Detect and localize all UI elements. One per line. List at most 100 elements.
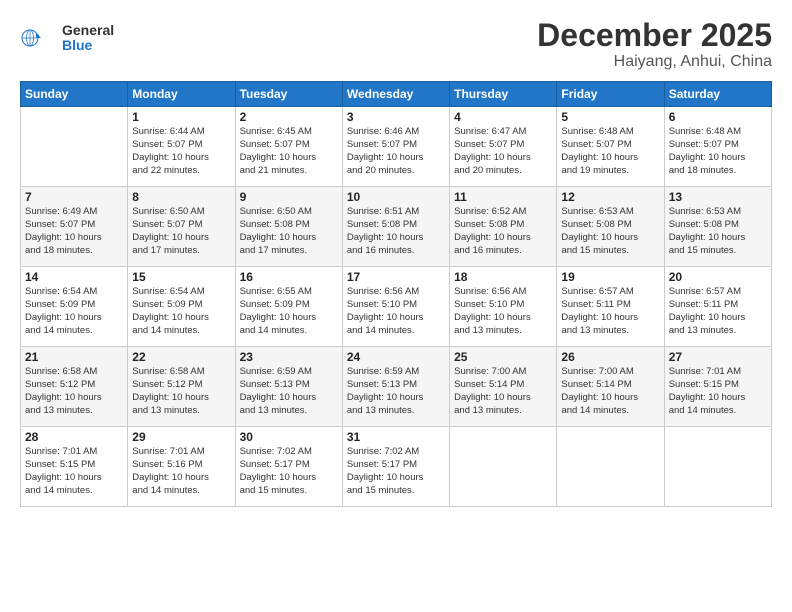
page-header: General Blue December 2025 Haiyang, Anhu… — [20, 18, 772, 71]
day-number: 3 — [347, 110, 445, 124]
day-number: 6 — [669, 110, 767, 124]
day-of-week-header: Tuesday — [235, 82, 342, 107]
logo-general: General — [62, 23, 114, 38]
day-info: Sunrise: 6:50 AM Sunset: 5:08 PM Dayligh… — [240, 206, 338, 257]
calendar-cell: 12 Sunrise: 6:53 AM Sunset: 5:08 PM Dayli… — [557, 187, 664, 267]
day-number: 28 — [25, 430, 123, 444]
calendar-cell: 5 Sunrise: 6:48 AM Sunset: 5:07 PM Daylig… — [557, 107, 664, 187]
calendar-cell: 15 Sunrise: 6:54 AM Sunset: 5:09 PM Dayli… — [128, 267, 235, 347]
day-info: Sunrise: 7:02 AM Sunset: 5:17 PM Dayligh… — [347, 446, 445, 497]
day-info: Sunrise: 6:54 AM Sunset: 5:09 PM Dayligh… — [132, 286, 230, 337]
day-info: Sunrise: 7:00 AM Sunset: 5:14 PM Dayligh… — [561, 366, 659, 417]
day-number: 23 — [240, 350, 338, 364]
calendar-week-row: 1Sunrise: 6:44 AM Sunset: 5:07 PM Daylig… — [21, 107, 772, 187]
calendar-week-row: 21 Sunrise: 6:58 AM Sunset: 5:12 PM Dayli… — [21, 347, 772, 427]
calendar-week-row: 7 Sunrise: 6:49 AM Sunset: 5:07 PM Daylig… — [21, 187, 772, 267]
calendar-cell: 22 Sunrise: 6:58 AM Sunset: 5:12 PM Dayli… — [128, 347, 235, 427]
calendar-cell: 21Sunrise: 6:58 AM Sunset: 5:12 PM Dayli… — [21, 347, 128, 427]
day-number: 30 — [240, 430, 338, 444]
calendar-cell: 29 Sunrise: 7:01 AM Sunset: 5:16 PM Dayli… — [128, 427, 235, 507]
day-number: 25 — [454, 350, 552, 364]
day-info: Sunrise: 6:49 AM Sunset: 5:07 PM Dayligh… — [25, 206, 123, 257]
logo: General Blue — [20, 18, 114, 58]
day-info: Sunrise: 6:51 AM Sunset: 5:08 PM Dayligh… — [347, 206, 445, 257]
page-title: December 2025 — [537, 18, 772, 53]
calendar-cell: 17Sunrise: 6:56 AM Sunset: 5:10 PM Dayli… — [342, 267, 449, 347]
page-subtitle: Haiyang, Anhui, China — [537, 53, 772, 71]
title-block: December 2025 Haiyang, Anhui, China — [537, 18, 772, 71]
day-info: Sunrise: 6:56 AM Sunset: 5:10 PM Dayligh… — [454, 286, 552, 337]
day-info: Sunrise: 6:57 AM Sunset: 5:11 PM Dayligh… — [669, 286, 767, 337]
day-info: Sunrise: 6:53 AM Sunset: 5:08 PM Dayligh… — [561, 206, 659, 257]
calendar-cell: 2 Sunrise: 6:45 AM Sunset: 5:07 PM Daylig… — [235, 107, 342, 187]
calendar-week-row: 28 Sunrise: 7:01 AM Sunset: 5:15 PM Dayli… — [21, 427, 772, 507]
calendar-cell: 30 Sunrise: 7:02 AM Sunset: 5:17 PM Dayli… — [235, 427, 342, 507]
day-info: Sunrise: 7:01 AM Sunset: 5:15 PM Dayligh… — [669, 366, 767, 417]
day-number: 27 — [669, 350, 767, 364]
logo-blue: Blue — [62, 38, 114, 53]
day-of-week-header: Thursday — [450, 82, 557, 107]
day-info: Sunrise: 6:53 AM Sunset: 5:08 PM Dayligh… — [669, 206, 767, 257]
day-of-week-header: Saturday — [664, 82, 771, 107]
day-info: Sunrise: 6:45 AM Sunset: 5:07 PM Dayligh… — [240, 126, 338, 177]
calendar-cell: 25 Sunrise: 7:00 AM Sunset: 5:14 PM Dayli… — [450, 347, 557, 427]
calendar-cell — [21, 107, 128, 187]
calendar-cell — [450, 427, 557, 507]
day-info: Sunrise: 7:02 AM Sunset: 5:17 PM Dayligh… — [240, 446, 338, 497]
day-number: 29 — [132, 430, 230, 444]
day-info: Sunrise: 6:44 AM Sunset: 5:07 PM Dayligh… — [132, 126, 230, 177]
day-number: 8 — [132, 190, 230, 204]
calendar-cell — [557, 427, 664, 507]
day-info: Sunrise: 6:55 AM Sunset: 5:09 PM Dayligh… — [240, 286, 338, 337]
day-number: 11 — [454, 190, 552, 204]
calendar-cell: 6Sunrise: 6:48 AM Sunset: 5:07 PM Daylig… — [664, 107, 771, 187]
calendar-cell: 26 Sunrise: 7:00 AM Sunset: 5:14 PM Dayli… — [557, 347, 664, 427]
day-number: 22 — [132, 350, 230, 364]
logo-globe-icon — [20, 18, 60, 58]
calendar-cell: 1Sunrise: 6:44 AM Sunset: 5:07 PM Daylig… — [128, 107, 235, 187]
day-number: 19 — [561, 270, 659, 284]
calendar-header-row: SundayMondayTuesdayWednesdayThursdayFrid… — [21, 82, 772, 107]
day-number: 24 — [347, 350, 445, 364]
calendar-cell: 20 Sunrise: 6:57 AM Sunset: 5:11 PM Dayli… — [664, 267, 771, 347]
calendar-cell: 13 Sunrise: 6:53 AM Sunset: 5:08 PM Dayli… — [664, 187, 771, 267]
day-info: Sunrise: 7:00 AM Sunset: 5:14 PM Dayligh… — [454, 366, 552, 417]
day-number: 12 — [561, 190, 659, 204]
day-info: Sunrise: 6:57 AM Sunset: 5:11 PM Dayligh… — [561, 286, 659, 337]
day-number: 15 — [132, 270, 230, 284]
day-info: Sunrise: 7:01 AM Sunset: 5:15 PM Dayligh… — [25, 446, 123, 497]
calendar-week-row: 14Sunrise: 6:54 AM Sunset: 5:09 PM Dayli… — [21, 267, 772, 347]
day-of-week-header: Wednesday — [342, 82, 449, 107]
day-of-week-header: Monday — [128, 82, 235, 107]
day-info: Sunrise: 6:46 AM Sunset: 5:07 PM Dayligh… — [347, 126, 445, 177]
day-number: 13 — [669, 190, 767, 204]
calendar-cell: 10Sunrise: 6:51 AM Sunset: 5:08 PM Dayli… — [342, 187, 449, 267]
day-number: 9 — [240, 190, 338, 204]
calendar-cell: 9 Sunrise: 6:50 AM Sunset: 5:08 PM Daylig… — [235, 187, 342, 267]
day-number: 18 — [454, 270, 552, 284]
calendar-cell: 19 Sunrise: 6:57 AM Sunset: 5:11 PM Dayli… — [557, 267, 664, 347]
day-info: Sunrise: 7:01 AM Sunset: 5:16 PM Dayligh… — [132, 446, 230, 497]
day-number: 4 — [454, 110, 552, 124]
day-info: Sunrise: 6:58 AM Sunset: 5:12 PM Dayligh… — [132, 366, 230, 417]
day-number: 20 — [669, 270, 767, 284]
calendar-cell: 11 Sunrise: 6:52 AM Sunset: 5:08 PM Dayli… — [450, 187, 557, 267]
calendar-table: SundayMondayTuesdayWednesdayThursdayFrid… — [20, 81, 772, 507]
day-number: 31 — [347, 430, 445, 444]
calendar-cell: 27 Sunrise: 7:01 AM Sunset: 5:15 PM Dayli… — [664, 347, 771, 427]
calendar-cell: 8Sunrise: 6:50 AM Sunset: 5:07 PM Daylig… — [128, 187, 235, 267]
page-container: General Blue December 2025 Haiyang, Anhu… — [0, 0, 792, 612]
day-info: Sunrise: 6:54 AM Sunset: 5:09 PM Dayligh… — [25, 286, 123, 337]
day-info: Sunrise: 6:52 AM Sunset: 5:08 PM Dayligh… — [454, 206, 552, 257]
day-of-week-header: Sunday — [21, 82, 128, 107]
day-info: Sunrise: 6:59 AM Sunset: 5:13 PM Dayligh… — [347, 366, 445, 417]
calendar-cell: 31 Sunrise: 7:02 AM Sunset: 5:17 PM Dayli… — [342, 427, 449, 507]
day-number: 21 — [25, 350, 123, 364]
day-number: 17 — [347, 270, 445, 284]
day-number: 7 — [25, 190, 123, 204]
day-number: 26 — [561, 350, 659, 364]
calendar-cell: 16Sunrise: 6:55 AM Sunset: 5:09 PM Dayli… — [235, 267, 342, 347]
day-info: Sunrise: 6:48 AM Sunset: 5:07 PM Dayligh… — [561, 126, 659, 177]
day-number: 5 — [561, 110, 659, 124]
day-number: 2 — [240, 110, 338, 124]
